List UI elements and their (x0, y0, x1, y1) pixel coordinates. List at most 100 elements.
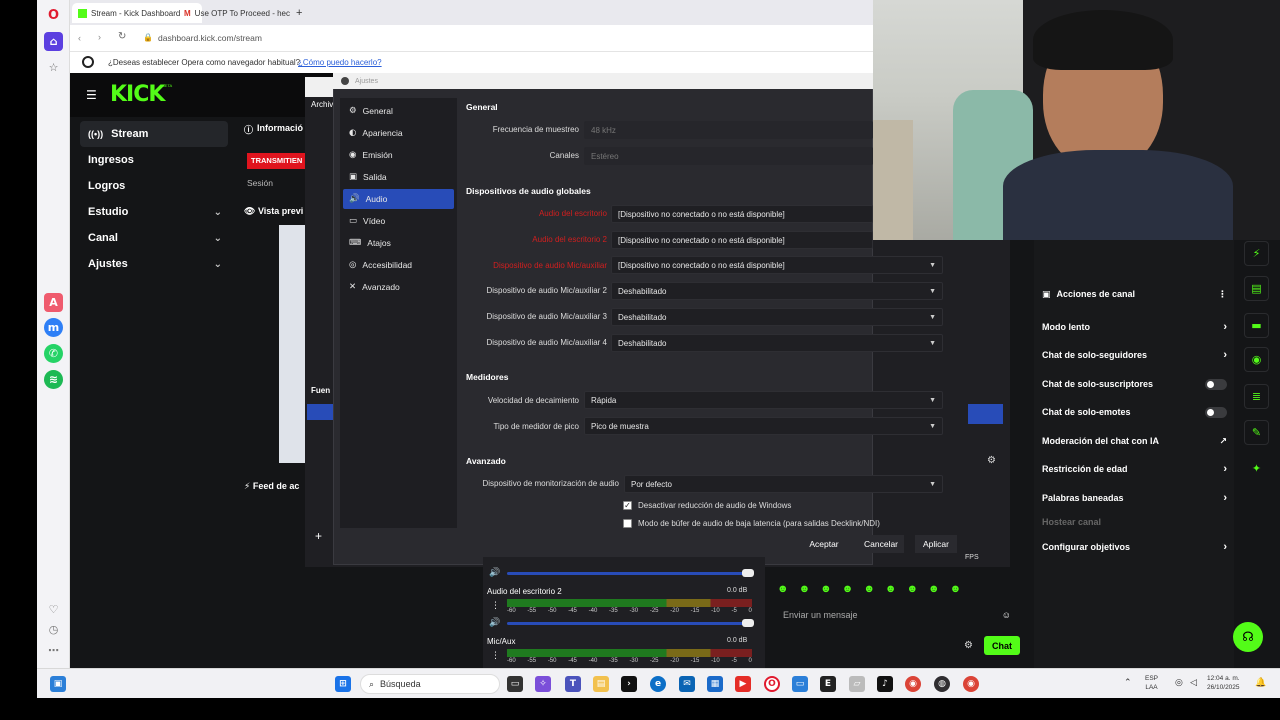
gear-icon[interactable]: ⚙ (987, 455, 996, 466)
spotify-icon[interactable]: ≋ (44, 370, 63, 389)
nav-estudio[interactable]: Estudio ⌄ (80, 199, 228, 225)
infobar-link[interactable]: ¿Cómo puedo hacerlo? (298, 58, 382, 67)
menu-icon[interactable]: ☰ (86, 88, 97, 102)
app-icon[interactable]: ▭ (792, 676, 808, 692)
chrome-profile-icon[interactable]: ◉ (963, 676, 979, 692)
accept-button[interactable]: Aceptar (803, 535, 845, 553)
emote-icon[interactable]: ☻ (928, 583, 940, 595)
category-accesibilidad[interactable]: ◎ Accesibilidad (343, 255, 454, 275)
clock[interactable]: 12:04 a. m. 26/10/2025 (1207, 674, 1240, 692)
emote-icon[interactable]: ☻ (950, 583, 962, 595)
chat-icon[interactable]: ▬ (1244, 313, 1269, 338)
category-salida[interactable]: ▣ Salida (343, 167, 454, 187)
action-ai-moderation[interactable]: Moderación del chat con IA ↗ (1042, 431, 1227, 451)
obs-icon[interactable]: ◍ (934, 676, 950, 692)
opera-icon[interactable]: O (764, 676, 780, 692)
kick-logo[interactable]: KICK (110, 82, 165, 107)
epic-games-icon[interactable]: E (820, 676, 836, 692)
document-icon[interactable]: ▤ (1244, 276, 1269, 301)
category-video[interactable]: ▭ Vídeo (343, 211, 454, 231)
chat-input[interactable]: Enviar un mensaje ☺ (777, 605, 1019, 625)
edge-icon[interactable]: e (650, 676, 666, 692)
mail-icon[interactable]: ✉ (679, 676, 695, 692)
action-subscribers-only[interactable]: Chat de solo-suscriptores (1042, 374, 1227, 394)
mic-aux-select[interactable]: [Dispositivo no conectado o no está disp… (611, 256, 943, 274)
desktop-audio-2-select[interactable]: [Dispositivo no conectado o no está disp… (611, 231, 873, 249)
emote-icon[interactable]: ☻ (842, 583, 854, 595)
emote-icon[interactable]: ☻ (777, 583, 789, 595)
broadcast-icon[interactable]: ◉ (1244, 347, 1269, 372)
support-headset-icon[interactable]: ☊ (1233, 622, 1263, 652)
volume-slider-1[interactable] (507, 569, 754, 577)
action-banned-words[interactable]: Palabras baneadas › (1042, 488, 1227, 508)
chat-send-button[interactable]: Chat (984, 636, 1020, 655)
aria-icon[interactable]: A (44, 293, 63, 312)
tray-chevron-icon[interactable]: ⌃ (1124, 677, 1132, 688)
copilot-icon[interactable]: ✧ (535, 676, 551, 692)
mic-aux-4-select[interactable]: Deshabilitado ▼ (611, 334, 943, 352)
history-icon[interactable]: ◷ (44, 620, 63, 639)
store-icon[interactable]: ▦ (707, 676, 723, 692)
action-followers-only[interactable]: Chat de solo-seguidores › (1042, 345, 1227, 365)
new-tab-button[interactable]: + (290, 3, 310, 23)
cancel-button[interactable]: Cancelar (858, 535, 904, 553)
url-field[interactable]: dashboard.kick.com/stream (158, 33, 262, 43)
taskbar-search[interactable]: ⌕ Búsqueda (360, 674, 500, 694)
volume-slider-2[interactable] (507, 619, 754, 627)
tab-otp[interactable]: M Use OTP To Proceed - hec (178, 3, 290, 23)
category-general[interactable]: ⚙ General (343, 101, 454, 121)
kebab-menu-icon[interactable]: ⋮ (491, 650, 500, 661)
emoji-icon[interactable]: ☺ (1002, 610, 1011, 620)
obs-menu-archivo[interactable]: Archiv (311, 100, 333, 109)
reload-icon[interactable]: ↻ (118, 31, 126, 42)
low-latency-checkbox[interactable] (623, 519, 632, 528)
network-icon[interactable]: ◎ (1175, 677, 1183, 688)
category-atajos[interactable]: ⌨ Atajos (343, 233, 454, 253)
whatsapp-icon[interactable]: ✆ (44, 344, 63, 363)
toggle-switch[interactable] (1205, 378, 1227, 390)
monitor-device-select[interactable]: Por defecto ▼ (624, 475, 943, 493)
terminal-icon[interactable]: › (621, 676, 637, 692)
emote-icon[interactable]: ☻ (863, 583, 875, 595)
notification-bell-icon[interactable]: 🔔 (1255, 677, 1266, 688)
speaker-icon[interactable]: 🔊 (489, 567, 500, 578)
peak-meter-select[interactable]: Pico de muestra ▼ (584, 417, 943, 435)
ducking-checkbox[interactable]: ✓ (623, 501, 632, 510)
nav-canal[interactable]: Canal ⌄ (80, 225, 228, 251)
star-icon[interactable]: ☆ (44, 58, 63, 77)
emote-icon[interactable]: ☻ (906, 583, 918, 595)
decay-select[interactable]: Rápida ▼ (584, 391, 943, 409)
add-source-icon[interactable]: + (315, 529, 322, 543)
file-explorer-icon[interactable]: ▤ (593, 676, 609, 692)
volume-icon[interactable]: ◁ (1190, 677, 1197, 688)
app-icon[interactable]: ▱ (849, 676, 865, 692)
nav-logros[interactable]: Logros (80, 173, 228, 199)
nav-ingresos[interactable]: Ingresos (80, 147, 228, 173)
category-emision[interactable]: ◉ Emisión (343, 145, 454, 165)
mic-aux-3-select[interactable]: Deshabilitado ▼ (611, 308, 943, 326)
more-icon[interactable]: ⋮ (1218, 289, 1227, 300)
bolt-icon[interactable]: ⚡ (1244, 241, 1269, 266)
task-view-icon[interactable]: ▭ (507, 676, 523, 692)
widgets-icon[interactable]: ▣ (50, 676, 66, 692)
kebab-menu-icon[interactable]: ⋮ (491, 600, 500, 611)
desktop-audio-select[interactable]: [Dispositivo no conectado o no está disp… (611, 205, 873, 223)
windows-start-icon[interactable]: ⊞ (335, 676, 351, 692)
opera-logo-icon[interactable]: O (44, 6, 63, 25)
home-icon[interactable]: ⌂ (44, 32, 63, 51)
chrome-icon[interactable]: ◉ (905, 676, 921, 692)
more-icon[interactable]: ⋯ (44, 641, 63, 660)
emote-icon[interactable]: ☻ (799, 583, 811, 595)
nav-ajustes[interactable]: Ajustes ⌄ (80, 251, 228, 277)
low-latency-checkbox-row[interactable]: Modo de búfer de audio de baja latencia … (623, 519, 880, 528)
speaker-icon[interactable]: 🔊 (489, 617, 500, 628)
language-indicator[interactable]: ESP LAA (1145, 674, 1158, 692)
teams-icon[interactable]: T (565, 676, 581, 692)
emote-icon[interactable]: ☻ (885, 583, 897, 595)
category-apariencia[interactable]: ◐ Apariencia (343, 123, 454, 143)
heart-icon[interactable]: ♡ (44, 600, 63, 619)
action-emotes-only[interactable]: Chat de solo-emotes (1042, 402, 1227, 422)
mic-aux-2-select[interactable]: Deshabilitado ▼ (611, 282, 943, 300)
apply-button[interactable]: Aplicar (915, 535, 957, 553)
puzzle-icon[interactable]: ✦ (1244, 456, 1269, 481)
